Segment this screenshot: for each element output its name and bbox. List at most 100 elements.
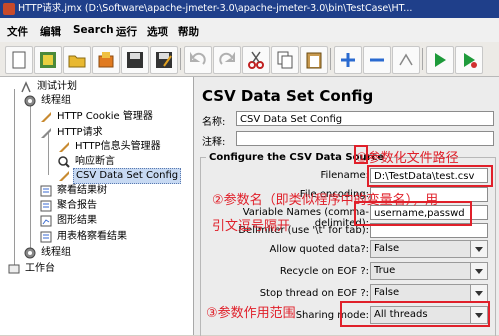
start-no-pause-icon — [464, 53, 477, 68]
chevron-down-icon — [470, 285, 487, 301]
listener-icon — [40, 231, 52, 243]
tree-item-label: 线程组 — [41, 95, 71, 106]
paste-icon — [306, 52, 322, 69]
save-as-icon — [156, 52, 172, 68]
start-button[interactable] — [426, 46, 454, 74]
tree-item-label: 测试计划 — [37, 81, 77, 92]
menu-options[interactable]: 选项 — [147, 24, 168, 39]
cut-button[interactable] — [242, 46, 270, 74]
save-as-button[interactable] — [150, 46, 178, 74]
comment-field[interactable] — [236, 131, 494, 146]
menu-file[interactable]: 文件 — [7, 24, 28, 39]
tree-item-label: 聚合报告 — [57, 200, 97, 211]
annotation-box-filename-value — [367, 165, 493, 187]
copy-icon — [277, 51, 293, 69]
toolbar-separator — [180, 48, 181, 70]
templates-button[interactable] — [34, 46, 62, 74]
toolbar — [0, 42, 499, 77]
name-field[interactable]: CSV Data Set Config — [236, 111, 494, 126]
open-icon — [68, 55, 86, 68]
close-button[interactable] — [92, 46, 120, 74]
tree-item-label: HTTP Cookie 管理器 — [57, 111, 153, 122]
collapse-all-button[interactable] — [363, 46, 391, 74]
save-icon — [127, 52, 143, 68]
redo-icon — [219, 51, 235, 65]
tree-item-label: 图形结果 — [57, 215, 97, 226]
tree-item-label: 响应断言 — [75, 156, 115, 167]
open-button[interactable] — [63, 46, 91, 74]
thread-group-icon — [24, 247, 36, 259]
undo-icon — [190, 51, 206, 65]
allow-quoted-select[interactable]: False — [370, 240, 488, 258]
comment-label: 注释: — [202, 137, 226, 148]
tree-item-label: 线程组 — [41, 247, 71, 258]
redo-button[interactable] — [213, 46, 241, 74]
paste-button[interactable] — [300, 46, 328, 74]
tree-line — [14, 89, 15, 269]
allow-quoted-label: Allow quoted data?: — [269, 244, 369, 255]
recycle-eof-value: True — [374, 265, 396, 276]
undo-button[interactable] — [184, 46, 212, 74]
toolbar-separator — [422, 48, 423, 70]
close-icon — [98, 52, 114, 68]
stop-thread-eof-select[interactable]: False — [370, 284, 488, 302]
window-title-bar: HTTP请求.jmx (D:\Software\apache-jmeter-3.… — [0, 0, 499, 18]
tree-line — [30, 103, 31, 253]
tree-item-label: 察看结果树 — [57, 185, 107, 196]
annotation-box-sharing-mode — [340, 301, 490, 327]
chevron-down-icon — [470, 241, 487, 257]
test-plan-tree: 测试计划 线程组 HTTP Cookie 管理器 HTTP请求 HTTP信息头管… — [0, 77, 194, 335]
templates-icon — [40, 52, 56, 68]
tree-item-label: 工作台 — [25, 263, 55, 274]
config-icon — [41, 112, 51, 122]
menu-bar: 文件 编辑 Search 运行 选项 帮助 — [0, 18, 499, 43]
copy-button[interactable] — [271, 46, 299, 74]
recycle-eof-select[interactable]: True — [370, 262, 488, 280]
window-title: HTTP请求.jmx (D:\Software\apache-jmeter-3.… — [18, 3, 413, 14]
annotation-1: ①参数化文件路径 — [356, 151, 459, 166]
start-no-pause-button[interactable] — [455, 46, 483, 74]
cut-icon — [248, 51, 264, 69]
stop-thread-eof-value: False — [374, 287, 400, 298]
new-button[interactable] — [5, 46, 33, 74]
app-icon — [3, 3, 15, 15]
expand-icon — [341, 53, 355, 67]
menu-run[interactable]: 运行 — [116, 24, 137, 39]
chevron-down-icon — [470, 263, 487, 279]
listener-icon — [40, 185, 52, 197]
test-plan-icon — [21, 81, 31, 93]
recycle-eof-label: Recycle on EOF ?: — [279, 266, 369, 277]
collapse-icon — [370, 58, 384, 62]
new-icon — [12, 51, 26, 69]
start-icon — [435, 53, 446, 67]
allow-quoted-value: False — [374, 243, 400, 254]
toggle-button[interactable] — [392, 46, 420, 74]
tree-item-label: HTTP请求 — [57, 127, 103, 138]
annotation-2: ②参数名（即类似程序中的变量名），用 — [212, 193, 439, 208]
assertion-icon — [58, 156, 70, 168]
tree-item-label: CSV Data Set Config — [73, 168, 182, 184]
toggle-icon — [399, 53, 413, 66]
sampler-icon — [41, 128, 51, 138]
save-button[interactable] — [121, 46, 149, 74]
expand-all-button[interactable] — [334, 46, 362, 74]
menu-edit[interactable]: 编辑 — [40, 24, 61, 39]
config-icon — [59, 142, 69, 152]
tree-line — [48, 133, 49, 175]
annotation-2b: 引文逗号隔开 — [212, 219, 291, 234]
stop-thread-eof-label: Stop thread on EOF ?: — [259, 288, 369, 299]
listener-icon — [40, 200, 52, 212]
config-icon — [59, 171, 69, 181]
listener-icon — [40, 215, 52, 227]
panel-title: CSV Data Set Config — [202, 87, 374, 105]
toolbar-separator — [330, 48, 331, 70]
annotation-3: ③参数作用范围 — [206, 306, 296, 321]
name-label: 名称: — [202, 117, 226, 128]
workbench-icon — [8, 264, 20, 274]
menu-help[interactable]: 帮助 — [178, 24, 199, 39]
thread-group-icon — [24, 95, 36, 107]
tree-item-label: 用表格察看结果 — [57, 231, 127, 242]
tree-item-label: HTTP信息头管理器 — [75, 141, 161, 152]
filename-label: Filename: — [320, 170, 369, 181]
menu-search[interactable]: Search — [73, 24, 114, 36]
